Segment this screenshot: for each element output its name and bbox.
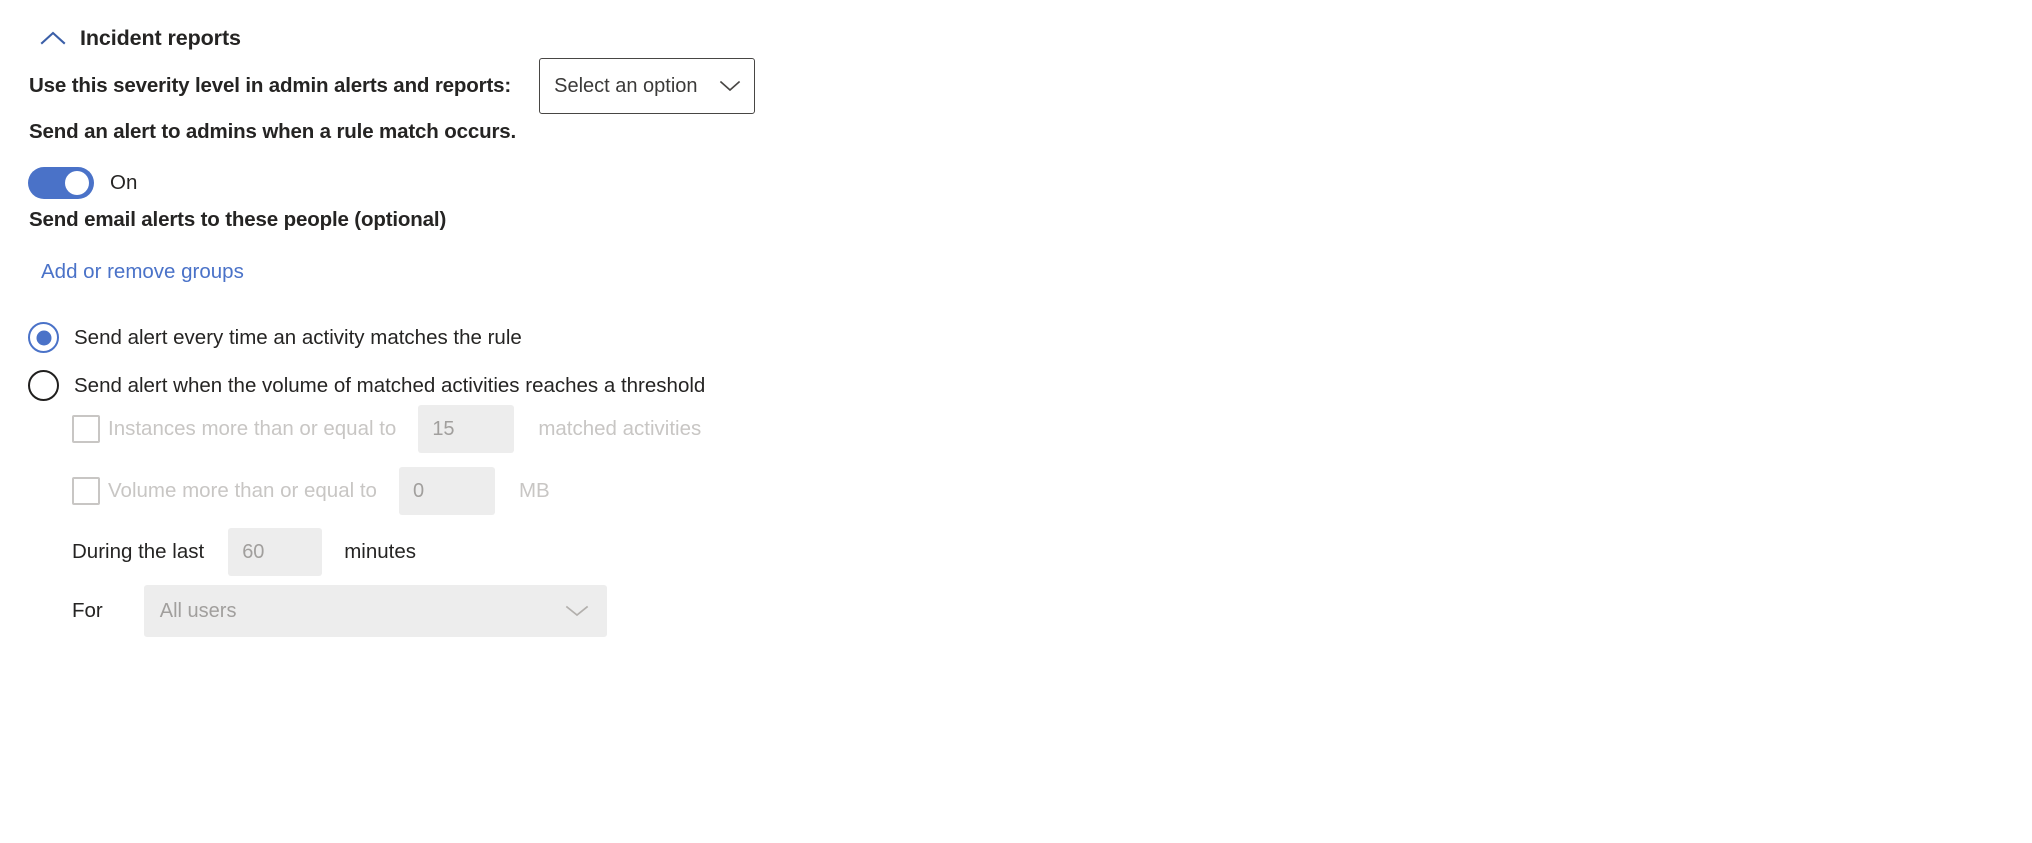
radio-button-selected[interactable] xyxy=(28,322,59,353)
instances-threshold-row: Instances more than or equal to 15 match… xyxy=(72,405,701,453)
radio-option-threshold[interactable]: Send alert when the volume of matched ac… xyxy=(28,370,705,401)
admin-alert-toggle[interactable] xyxy=(28,167,94,199)
duration-row: During the last 60 minutes xyxy=(72,528,416,576)
toggle-knob xyxy=(65,171,89,195)
section-header[interactable]: Incident reports xyxy=(40,24,241,52)
incident-reports-panel: Incident reports Use this severity level… xyxy=(0,0,2032,843)
duration-unit-label: minutes xyxy=(344,540,416,563)
email-alerts-label: Send email alerts to these people (optio… xyxy=(29,208,447,231)
duration-prefix-label: During the last xyxy=(72,540,205,563)
page-title: Incident reports xyxy=(80,25,241,50)
instances-value-input: 15 xyxy=(418,405,515,453)
volume-unit-label: MB xyxy=(518,479,550,502)
scope-users-dropdown: All users xyxy=(143,585,607,637)
chevron-up-icon[interactable] xyxy=(40,30,66,46)
instances-checkbox-label: Instances more than or equal to xyxy=(108,417,397,440)
volume-checkbox-label: Volume more than or equal to xyxy=(108,479,377,502)
duration-value-input: 60 xyxy=(228,528,323,576)
admin-alert-toggle-row: On xyxy=(28,167,137,199)
severity-level-dropdown[interactable]: Select an option xyxy=(539,58,756,114)
add-or-remove-groups-link[interactable]: Add or remove groups xyxy=(41,260,244,284)
radio-option-every-time[interactable]: Send alert every time an activity matche… xyxy=(28,322,522,353)
radio-label-threshold: Send alert when the volume of matched ac… xyxy=(74,373,706,397)
volume-threshold-row: Volume more than or equal to 0 MB xyxy=(72,467,550,515)
toggle-state-label: On xyxy=(110,171,138,194)
instances-checkbox xyxy=(72,415,100,443)
chevron-down-icon xyxy=(719,79,741,93)
severity-row: Use this severity level in admin alerts … xyxy=(29,58,756,114)
radio-label-every-time: Send alert every time an activity matche… xyxy=(74,325,522,349)
instances-unit-label: matched activities xyxy=(538,417,702,440)
severity-label: Use this severity level in admin alerts … xyxy=(29,74,512,97)
chevron-down-icon xyxy=(565,604,589,618)
radio-button-unselected[interactable] xyxy=(28,370,59,401)
severity-dropdown-value: Select an option xyxy=(554,74,698,97)
scope-dropdown-value: All users xyxy=(159,599,237,622)
admin-alert-label: Send an alert to admins when a rule matc… xyxy=(29,120,517,143)
scope-row: For All users xyxy=(72,585,607,637)
scope-prefix-label: For xyxy=(72,599,103,622)
volume-checkbox xyxy=(72,477,100,505)
volume-value-input: 0 xyxy=(398,467,495,515)
